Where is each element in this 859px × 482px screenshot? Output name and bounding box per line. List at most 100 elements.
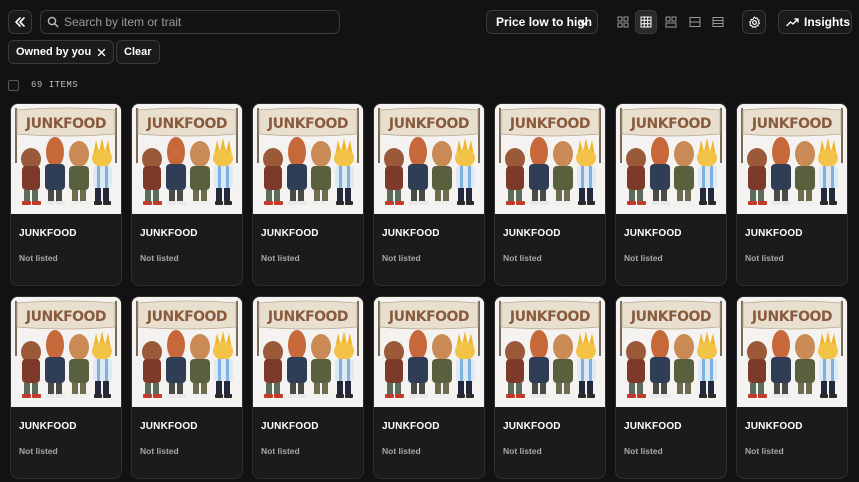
item-image: JUNKFOOD bbox=[132, 297, 242, 407]
banner-text: JUNKFOOD bbox=[25, 116, 106, 132]
view-list-button[interactable] bbox=[684, 10, 706, 34]
results-header: 69 ITEMS bbox=[8, 78, 78, 92]
search-icon bbox=[47, 16, 59, 28]
item-status: Not listed bbox=[140, 446, 179, 456]
item-status: Not listed bbox=[745, 253, 784, 263]
item-image: JUNKFOOD bbox=[616, 297, 726, 407]
filter-chip-label: Owned by you bbox=[16, 46, 92, 58]
banner-text: JUNKFOOD bbox=[146, 309, 227, 325]
item-card[interactable]: JUNKFOOD JUNKFOOD Not listed bbox=[10, 103, 122, 286]
item-grid: JUNKFOOD JUNKFOOD Not listed JUNKFOOD JU… bbox=[10, 103, 848, 479]
item-status: Not listed bbox=[503, 253, 542, 263]
list-icon bbox=[689, 17, 701, 27]
item-status: Not listed bbox=[745, 446, 784, 456]
trend-line-icon bbox=[786, 18, 799, 27]
table-icon bbox=[712, 17, 724, 27]
item-image: JUNKFOOD bbox=[495, 297, 605, 407]
search-input[interactable] bbox=[64, 15, 324, 29]
banner-text: JUNKFOOD bbox=[267, 309, 348, 325]
item-image: JUNKFOOD bbox=[11, 104, 121, 214]
item-title: JUNKFOOD bbox=[382, 421, 440, 432]
item-card[interactable]: JUNKFOOD JUNKFOOD Not listed bbox=[615, 296, 727, 479]
item-title: JUNKFOOD bbox=[19, 228, 77, 239]
item-status: Not listed bbox=[624, 446, 663, 456]
filter-chip-owned[interactable]: Owned by you bbox=[8, 40, 115, 64]
item-image: JUNKFOOD bbox=[253, 297, 363, 407]
item-image: JUNKFOOD bbox=[737, 104, 847, 214]
insights-button[interactable]: Insights bbox=[778, 10, 852, 34]
item-title: JUNKFOOD bbox=[19, 421, 77, 432]
item-image: JUNKFOOD bbox=[11, 297, 121, 407]
item-image: JUNKFOOD bbox=[374, 297, 484, 407]
item-title: JUNKFOOD bbox=[624, 421, 682, 432]
clear-filters-button[interactable]: Clear bbox=[116, 40, 160, 64]
item-title: JUNKFOOD bbox=[382, 228, 440, 239]
banner-text: JUNKFOOD bbox=[630, 309, 711, 325]
item-status: Not listed bbox=[140, 253, 179, 263]
banner-text: JUNKFOOD bbox=[388, 116, 469, 132]
item-image: JUNKFOOD bbox=[253, 104, 363, 214]
item-status: Not listed bbox=[382, 446, 421, 456]
item-image: JUNKFOOD bbox=[374, 104, 484, 214]
banner-text: JUNKFOOD bbox=[751, 116, 832, 132]
banner-text: JUNKFOOD bbox=[630, 116, 711, 132]
double-chevron-left-icon bbox=[15, 17, 25, 27]
item-title: JUNKFOOD bbox=[745, 228, 803, 239]
item-card[interactable]: JUNKFOOD JUNKFOOD Not listed bbox=[252, 296, 364, 479]
banner-text: JUNKFOOD bbox=[146, 116, 227, 132]
view-grid-small-button[interactable] bbox=[612, 10, 634, 34]
item-status: Not listed bbox=[261, 446, 300, 456]
item-count: 69 ITEMS bbox=[31, 80, 79, 90]
banner-text: JUNKFOOD bbox=[267, 116, 348, 132]
item-title: JUNKFOOD bbox=[503, 228, 561, 239]
item-status: Not listed bbox=[261, 253, 300, 263]
settings-button[interactable] bbox=[742, 10, 766, 34]
item-status: Not listed bbox=[382, 253, 421, 263]
item-image: JUNKFOOD bbox=[737, 297, 847, 407]
item-title: JUNKFOOD bbox=[140, 228, 198, 239]
banner-text: JUNKFOOD bbox=[388, 309, 469, 325]
item-status: Not listed bbox=[503, 446, 542, 456]
item-card[interactable]: JUNKFOOD JUNKFOOD Not listed bbox=[10, 296, 122, 479]
grid-medium-icon bbox=[640, 16, 652, 28]
item-title: JUNKFOOD bbox=[745, 421, 803, 432]
item-card[interactable]: JUNKFOOD JUNKFOOD Not listed bbox=[131, 296, 243, 479]
collapse-sidebar-button[interactable] bbox=[8, 10, 32, 34]
item-card[interactable]: JUNKFOOD JUNKFOOD Not listed bbox=[494, 103, 606, 286]
item-card[interactable]: JUNKFOOD JUNKFOOD Not listed bbox=[373, 296, 485, 479]
item-status: Not listed bbox=[19, 253, 58, 263]
item-card[interactable]: JUNKFOOD JUNKFOOD Not listed bbox=[736, 296, 848, 479]
item-status: Not listed bbox=[19, 446, 58, 456]
gear-icon bbox=[748, 15, 760, 28]
item-image: JUNKFOOD bbox=[132, 104, 242, 214]
item-card[interactable]: JUNKFOOD JUNKFOOD Not listed bbox=[736, 103, 848, 286]
view-table-button[interactable] bbox=[707, 10, 729, 34]
item-title: JUNKFOOD bbox=[624, 228, 682, 239]
item-card[interactable]: JUNKFOOD JUNKFOOD Not listed bbox=[615, 103, 727, 286]
item-card[interactable]: JUNKFOOD JUNKFOOD Not listed bbox=[252, 103, 364, 286]
item-title: JUNKFOOD bbox=[140, 421, 198, 432]
grid-small-icon bbox=[617, 16, 629, 28]
close-icon[interactable] bbox=[97, 48, 106, 57]
select-all-checkbox[interactable] bbox=[8, 79, 19, 91]
item-title: JUNKFOOD bbox=[503, 421, 561, 432]
grid-large-icon bbox=[665, 16, 677, 28]
item-title: JUNKFOOD bbox=[261, 228, 319, 239]
search-box[interactable] bbox=[40, 10, 340, 34]
item-status: Not listed bbox=[624, 253, 663, 263]
item-image: JUNKFOOD bbox=[495, 104, 605, 214]
banner-text: JUNKFOOD bbox=[509, 116, 590, 132]
insights-label: Insights bbox=[804, 15, 851, 29]
item-title: JUNKFOOD bbox=[261, 421, 319, 432]
toolbar: Price low to high bbox=[0, 0, 859, 44]
clear-filters-label: Clear bbox=[124, 46, 152, 58]
item-card[interactable]: JUNKFOOD JUNKFOOD Not listed bbox=[494, 296, 606, 479]
chevron-down-icon bbox=[580, 20, 588, 26]
sort-dropdown[interactable]: Price low to high bbox=[486, 10, 598, 34]
item-card[interactable]: JUNKFOOD JUNKFOOD Not listed bbox=[373, 103, 485, 286]
item-image: JUNKFOOD bbox=[616, 104, 726, 214]
item-card[interactable]: JUNKFOOD JUNKFOOD Not listed bbox=[131, 103, 243, 286]
view-grid-large-button[interactable] bbox=[660, 10, 682, 34]
banner-text: JUNKFOOD bbox=[25, 309, 106, 325]
view-grid-medium-button[interactable] bbox=[635, 10, 657, 34]
